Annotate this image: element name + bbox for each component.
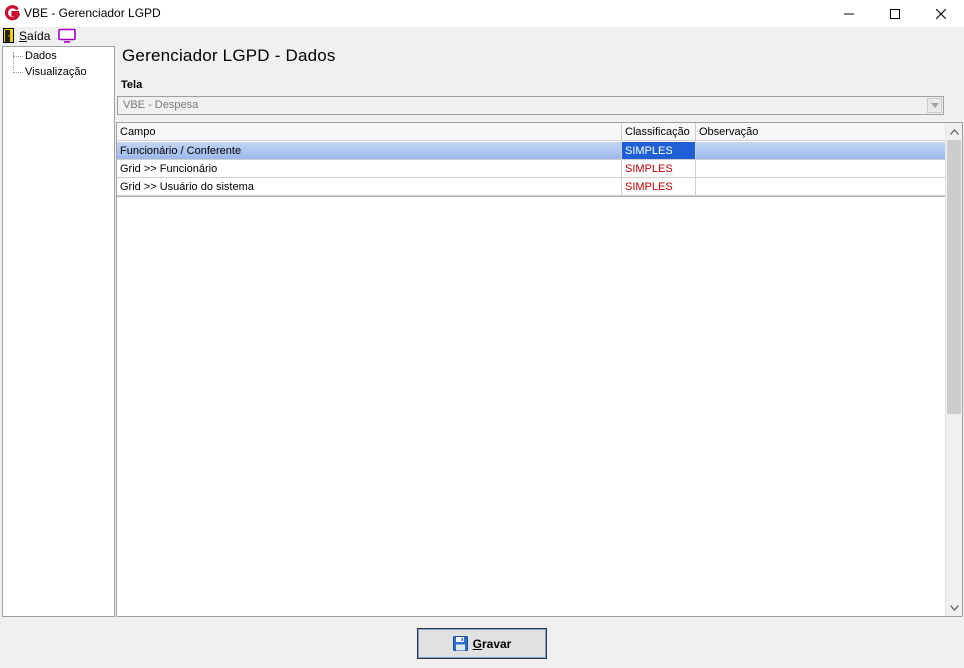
tree-branch — [13, 72, 23, 73]
cell-classificacao[interactable]: SIMPLES — [622, 142, 696, 159]
maximize-button[interactable] — [872, 0, 918, 27]
column-header-classificacao[interactable]: Classificação — [622, 123, 696, 140]
cell-observacao[interactable] — [696, 178, 946, 195]
tree-item-visualizacao[interactable]: Visualização — [3, 65, 113, 80]
scroll-thumb[interactable] — [947, 140, 961, 414]
tree-branch — [13, 56, 23, 57]
table-row[interactable]: Grid >> Usuário do sistema SIMPLES — [117, 178, 946, 196]
save-button[interactable]: Gravar — [417, 628, 547, 659]
tree-item-label: Dados — [25, 50, 57, 62]
floppy-disk-icon — [452, 636, 468, 651]
grid-header: Campo Classificação Observação — [117, 123, 946, 141]
chevron-down-icon — [949, 604, 959, 611]
cell-classificacao[interactable]: SIMPLES — [622, 178, 696, 195]
minimize-icon — [844, 13, 854, 14]
menu-bar: Saída — [0, 27, 964, 45]
close-icon — [936, 8, 946, 19]
save-button-label: Gravar — [473, 637, 512, 651]
scroll-down-button[interactable] — [946, 599, 962, 616]
close-button[interactable] — [918, 0, 964, 27]
maximize-icon — [890, 8, 900, 19]
tela-dropdown-button[interactable] — [927, 98, 942, 113]
cell-classificacao[interactable]: SIMPLES — [622, 160, 696, 177]
table-row[interactable]: Grid >> Funcionário SIMPLES — [117, 160, 946, 178]
grid-rows-end-line — [117, 196, 946, 197]
menu-exit[interactable]: Saída — [19, 29, 50, 43]
page-title: Gerenciador LGPD - Dados — [122, 46, 336, 65]
cell-observacao[interactable] — [696, 142, 946, 159]
chevron-down-icon — [930, 103, 939, 108]
vbe-logo-icon — [4, 5, 20, 21]
minimize-button[interactable] — [826, 0, 872, 27]
window-title: VBE - Gerenciador LGPD — [24, 6, 161, 20]
exit-door-icon[interactable] — [3, 28, 14, 43]
title-bar: VBE - Gerenciador LGPD — [0, 0, 964, 27]
cell-campo[interactable]: Grid >> Funcionário — [117, 160, 622, 177]
grid-vertical-scrollbar[interactable] — [945, 123, 962, 616]
tree-item-dados[interactable]: Dados — [3, 49, 113, 64]
navigation-tree: Dados Visualização — [2, 46, 115, 617]
tela-select-value: VBE - Despesa — [123, 99, 199, 111]
cell-observacao[interactable] — [696, 160, 946, 177]
monitor-icon[interactable] — [58, 28, 76, 44]
save-hotkey: G — [472, 636, 482, 651]
fields-grid: Campo Classificação Observação Funcionár… — [116, 122, 963, 617]
scroll-up-button[interactable] — [946, 123, 962, 140]
tree-item-label: Visualização — [25, 66, 87, 78]
column-header-campo[interactable]: Campo — [117, 123, 622, 140]
menu-exit-hotkey: S — [19, 29, 28, 43]
column-header-observacao[interactable]: Observação — [696, 123, 946, 140]
save-label-rest: ravar — [481, 636, 512, 651]
chevron-up-icon — [949, 128, 959, 135]
tela-select[interactable]: VBE - Despesa — [117, 96, 944, 115]
menu-exit-label-rest: aída — [27, 29, 51, 43]
cell-campo[interactable]: Funcionário / Conferente — [117, 142, 622, 159]
tela-label: Tela — [121, 79, 143, 91]
cell-campo[interactable]: Grid >> Usuário do sistema — [117, 178, 622, 195]
table-row[interactable]: Funcionário / Conferente SIMPLES — [117, 142, 946, 160]
